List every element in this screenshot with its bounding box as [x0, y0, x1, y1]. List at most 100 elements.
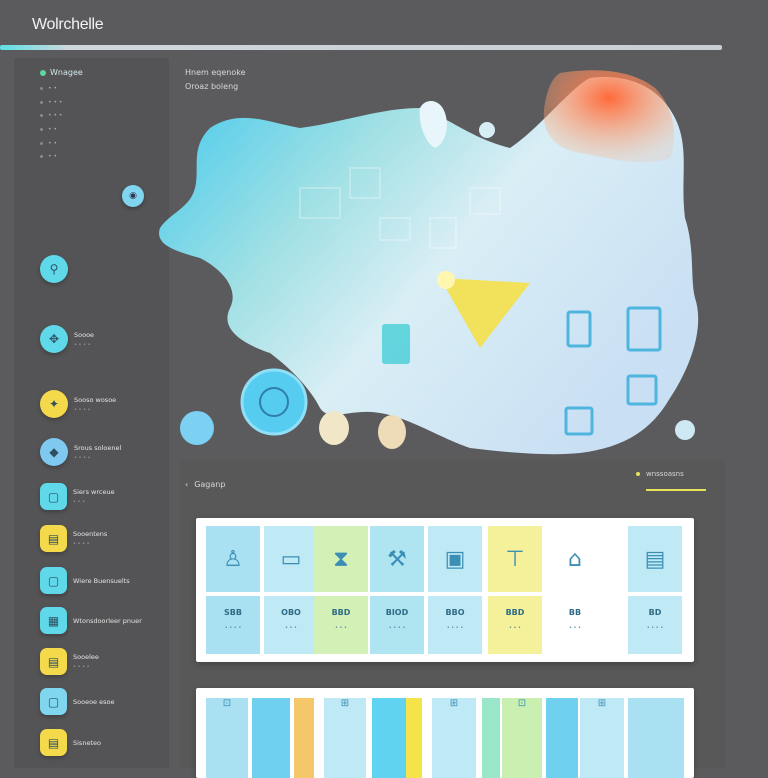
sidebar-menu: • • • • • • • • • • • • • • — [40, 82, 62, 164]
note-icon: ▤ — [40, 525, 67, 552]
pin-icon: ⚲ — [40, 255, 68, 283]
section-title: Gaganp — [194, 480, 226, 489]
sidebar-header[interactable]: Wnagee — [40, 68, 83, 77]
sidebar-item-5[interactable]: ▤ Sooentens • • • • — [40, 525, 107, 552]
map-pebble — [319, 411, 349, 445]
map-dot — [675, 420, 695, 440]
sidebar-item-6[interactable]: ▢ Wiere Buensuelts — [40, 567, 130, 594]
sidebar-item-sub: • • • • — [74, 454, 91, 461]
strip-column[interactable] — [628, 698, 684, 778]
sidebar-item-label: Srous soloenel — [74, 443, 122, 452]
monitor-icon: ▭ — [264, 526, 318, 592]
grid-column[interactable]: ⌂ BB • • • — [548, 526, 602, 654]
grid-column[interactable]: ⚒ BIOD • • • • — [370, 526, 424, 654]
map-marker[interactable] — [437, 271, 455, 289]
grid-subtext: • • • • — [646, 625, 664, 631]
strip-column[interactable]: ⊞ — [432, 698, 476, 778]
sidebar-item-2[interactable]: ✦ Sooso wosoe • • • • — [40, 390, 116, 418]
status-dot — [636, 472, 640, 476]
sidebar-item-pin[interactable]: ⚲ — [40, 255, 68, 283]
sidebar-item-label: Sisneteo — [73, 738, 101, 747]
grid-value: OBO — [281, 608, 301, 617]
sidebar-item-sub: • • • • — [73, 664, 90, 670]
grid-value: BBD — [331, 608, 351, 617]
grid-cell: BD • • • • — [628, 596, 682, 654]
grid-cell: OBO • • • — [264, 596, 318, 654]
sidebar-menu-item[interactable]: • • — [40, 150, 62, 164]
location-button[interactable] — [240, 368, 308, 436]
sidebar-item-sub: • • • • — [74, 406, 91, 413]
sidebar-item-label: Wtonsdoorleer pnuer — [73, 616, 142, 625]
square-icon: ▢ — [40, 483, 67, 510]
grid-value: BBO — [445, 608, 465, 617]
grid-column[interactable]: ▣ BBO • • • • — [428, 526, 482, 654]
map-illustration[interactable] — [150, 68, 710, 458]
strip-column[interactable] — [252, 698, 290, 778]
sidebar-menu-item[interactable]: • • — [40, 123, 62, 137]
sidebar-item-sub: • • • • — [74, 341, 91, 348]
grid-subtext: • • • — [334, 625, 348, 631]
app-title: Wolrchelle — [32, 16, 104, 33]
note-icon: ▤ — [40, 648, 67, 675]
grid-column[interactable]: ⊤ BBD • • • — [488, 526, 542, 654]
grid-column[interactable]: ▭ OBO • • • — [264, 526, 318, 654]
sidebar-menu-item[interactable]: • • • — [40, 96, 62, 110]
building-icon — [382, 324, 410, 364]
grid-subtext: • • • — [568, 625, 582, 631]
stats-grid: ♙ SBB • • • • ▭ OBO • • • ⧗ BBD • • • ⚒ BIOD • • • … — [196, 518, 694, 662]
strip-column[interactable] — [372, 698, 406, 778]
strip-column[interactable]: ⊡ — [206, 698, 248, 778]
section-header[interactable]: ‹ Gaganp — [185, 480, 225, 489]
sidebar-menu-item[interactable]: • • — [40, 136, 62, 150]
house-icon: ⌂ — [548, 526, 602, 592]
strip-column[interactable]: ⊞ — [324, 698, 366, 778]
grid-cell: SBB • • • • — [206, 596, 260, 654]
header-progress-bar — [0, 45, 722, 50]
grid-column[interactable]: ♙ SBB • • • • — [206, 526, 260, 654]
grid-subtext: • • • • — [446, 625, 464, 631]
sidebar-item-label: Wiere Buensuelts — [73, 576, 130, 585]
square-icon: ▢ — [40, 567, 67, 594]
note-icon: ▤ — [40, 729, 67, 756]
sidebar-item-8[interactable]: ▤ Sooelee • • • • — [40, 648, 99, 675]
leaf-icon — [40, 69, 46, 76]
sidebar-item-sub: • • • • — [73, 541, 90, 547]
sidebar-item-9[interactable]: ▢ Sooeoe esoe — [40, 688, 114, 715]
location-pin-icon[interactable]: ◉ — [122, 185, 144, 207]
section-tab[interactable]: wnssoasns — [636, 470, 706, 491]
grid-cell: BB • • • — [548, 596, 602, 654]
sidebar-menu-item[interactable]: • • — [40, 82, 62, 96]
grid-cell: BBO • • • • — [428, 596, 482, 654]
sidebar-item-4[interactable]: ▢ Siers wrceue • • • — [40, 483, 115, 510]
grid-value: SBB — [224, 608, 242, 617]
sidebar-menu-item[interactable]: • • • — [40, 109, 62, 123]
grid-column[interactable]: ⧗ BBD • • • — [314, 526, 368, 654]
grid-value: BD — [648, 608, 662, 617]
grid-cell: BBD • • • — [488, 596, 542, 654]
sidebar-item-10[interactable]: ▤ Sisneteo — [40, 729, 101, 756]
strip-column[interactable]: ⊞ — [580, 698, 624, 778]
grid-value: BB — [568, 608, 582, 617]
grid-cell: BBD • • • — [314, 596, 368, 654]
sidebar-header-label: Wnagee — [50, 68, 83, 77]
grid-subtext: • • • — [508, 625, 522, 631]
chevron-left-icon[interactable]: ‹ — [185, 480, 188, 489]
strip-column[interactable] — [294, 698, 314, 778]
hammer-icon: ⚒ — [370, 526, 424, 592]
tab-underline — [646, 489, 706, 491]
grid-value: BIOD — [385, 608, 409, 617]
map-bubble — [180, 411, 214, 445]
grid-value: BBD — [505, 608, 525, 617]
compass-icon: ✥ — [40, 325, 68, 353]
lightbulb-icon: ✦ — [40, 390, 68, 418]
frame-icon: ▣ — [428, 526, 482, 592]
grid-column[interactable]: ▤ BD • • • • — [628, 526, 682, 654]
strip-column[interactable] — [482, 698, 500, 778]
strip-column[interactable] — [406, 698, 422, 778]
sidebar-item-1[interactable]: ✥ Soooe • • • • — [40, 325, 94, 353]
sidebar-item-7[interactable]: ▦ Wtonsdoorleer pnuer — [40, 607, 142, 634]
strip-column[interactable] — [546, 698, 578, 778]
sidebar-item-3[interactable]: ◆ Srous soloenel • • • • — [40, 438, 121, 466]
strip-column[interactable]: ⊡ — [502, 698, 542, 778]
section-tab-label: wnssoasns — [646, 470, 684, 478]
